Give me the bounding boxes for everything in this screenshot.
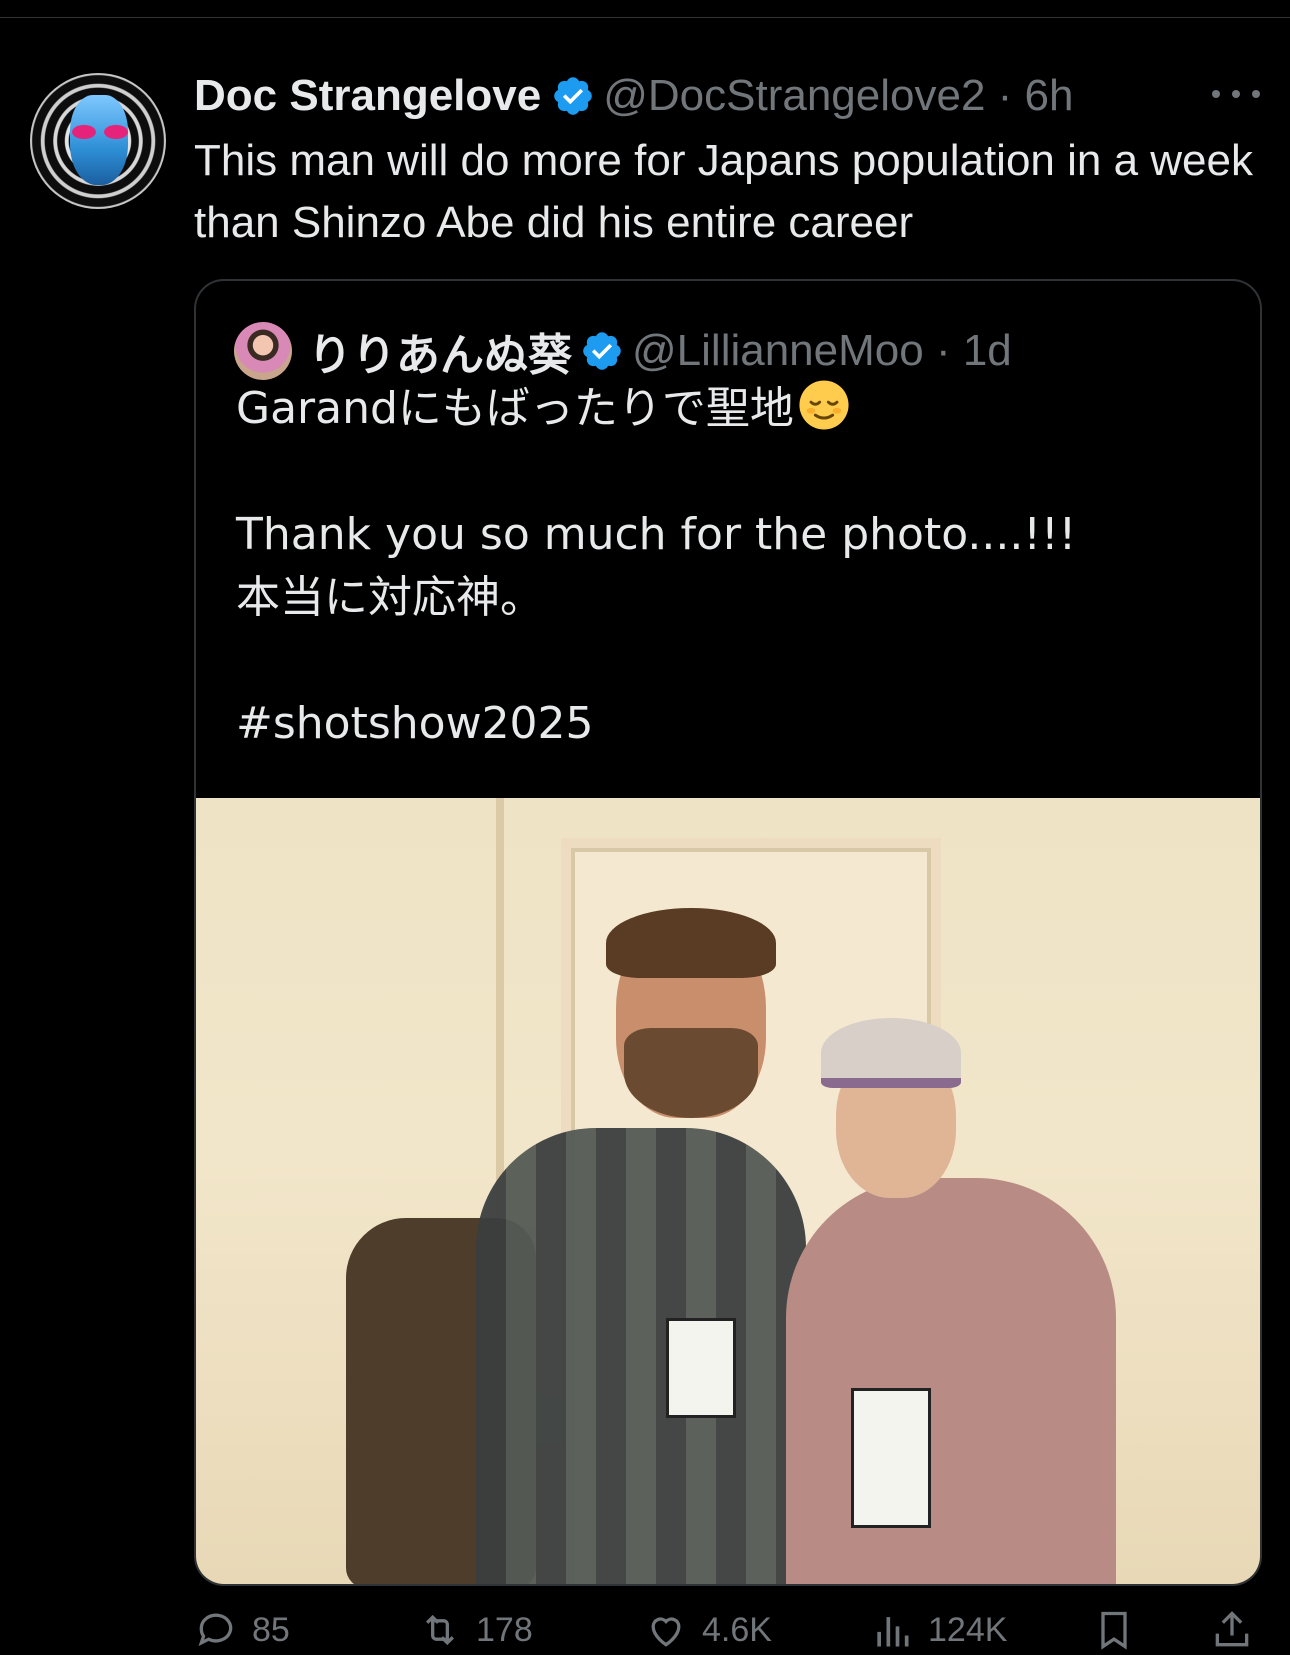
views-button[interactable]: 124K — [870, 1606, 1007, 1654]
like-count: 4.6K — [702, 1610, 772, 1649]
quoted-tweet-text: Garandにもばったりで聖地 Thank you so much for th… — [236, 377, 1226, 755]
quoted-tweet-header: りりあんぬ葵 @LillianneMoo · 1d — [234, 321, 1012, 381]
more-options-icon[interactable] — [1212, 80, 1260, 108]
top-divider — [0, 17, 1290, 18]
tweet-header: Doc Strangelove @DocStrangelove2 · 6h — [194, 68, 1073, 124]
share-icon — [1215, 1611, 1249, 1647]
photo-woman — [786, 1178, 1116, 1584]
repost-button[interactable]: 178 — [418, 1606, 533, 1654]
views-count: 124K — [928, 1610, 1008, 1649]
avatar-glasses — [70, 125, 130, 139]
tweet-text: This man will do more for Japans populat… — [194, 136, 1253, 247]
verified-badge-icon — [583, 332, 621, 370]
tweet-actions-bar: 85 178 4.6K 124K — [0, 1606, 1290, 1654]
repost-icon — [425, 1614, 455, 1646]
quoted-tweet[interactable]: りりあんぬ葵 @LillianneMoo · 1d Garandにもばったりで聖… — [194, 279, 1262, 1586]
quoted-author-display-name[interactable]: りりあんぬ葵 — [308, 319, 572, 383]
verified-badge-icon — [554, 77, 593, 115]
repost-count: 178 — [476, 1610, 533, 1649]
photo-man — [476, 1128, 806, 1584]
reply-icon — [198, 1613, 233, 1647]
photo-badge-woman — [851, 1388, 931, 1528]
share-button[interactable] — [1210, 1606, 1268, 1654]
quoted-text-line: Garandにもばったりで聖地 — [236, 377, 1226, 440]
quoted-text-line: Thank you so much for the photo....!!! — [236, 509, 1077, 560]
quoted-text-line — [236, 440, 1226, 503]
author-display-name[interactable]: Doc Strangelove — [194, 71, 541, 121]
quoted-text-line — [236, 629, 1226, 692]
bookmark-button[interactable] — [1092, 1606, 1150, 1654]
bookmark-icon — [1101, 1611, 1127, 1650]
quoted-tweet-photo[interactable] — [196, 798, 1260, 1584]
reply-count: 85 — [252, 1610, 290, 1649]
relieved-face-emoji-icon — [799, 380, 849, 430]
quoted-author-avatar[interactable] — [234, 322, 292, 380]
author-avatar[interactable] — [30, 73, 166, 209]
author-handle-time[interactable]: @DocStrangelove2 · 6h — [603, 71, 1073, 121]
photo-badge-man — [666, 1318, 736, 1418]
avatar-face — [70, 95, 128, 185]
hashtag-link[interactable]: #shotshow2025 — [236, 692, 1226, 755]
like-button[interactable]: 4.6K — [644, 1606, 772, 1654]
reply-button[interactable]: 85 — [194, 1606, 290, 1654]
quoted-text-line: 本当に対応神。 — [236, 572, 544, 623]
quoted-author-handle-time[interactable]: @LillianneMoo · 1d — [632, 326, 1012, 376]
views-chart-icon — [877, 1617, 909, 1647]
heart-icon — [651, 1617, 681, 1647]
